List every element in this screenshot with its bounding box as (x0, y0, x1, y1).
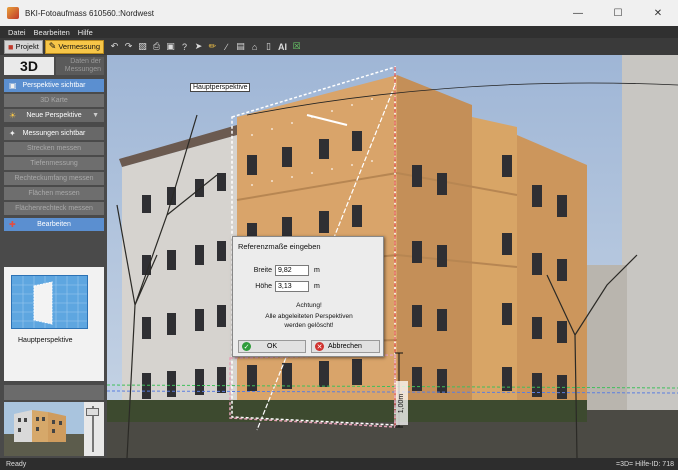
sidebar-item-label: Messungen sichtbar (22, 130, 86, 137)
sidebar-item-flaechenrechteck[interactable]: Flächenrechteck messen (4, 202, 104, 215)
sidebar-item-bearbeiten[interactable]: ✚ Bearbeiten (4, 218, 104, 231)
zoom-slider-handle[interactable] (86, 408, 99, 416)
breite-unit: m (314, 266, 320, 274)
perspective-thumbnail-panel: Hauptperspektive (4, 267, 104, 381)
measure-label: 1,00m (396, 381, 408, 425)
status-help-id: =3D= Hilfe-ID: 718 (616, 460, 674, 468)
breite-input[interactable]: 9,82 (275, 264, 309, 276)
thumbnail-label: Hauptperspektive (18, 337, 73, 344)
dialog-title: Referenzmaße eingeben (238, 242, 321, 251)
print-icon[interactable]: ⎙ (150, 40, 163, 53)
warning-line-1: Alle abgeleiteten Perspektiven (265, 313, 353, 320)
home-icon[interactable]: ⌂ (248, 40, 261, 53)
status-bar: Ready =3D= Hilfe-ID: 718 (0, 458, 678, 470)
window-title: BKI-Fotoaufmass 610560.:Nordwest (25, 8, 154, 18)
photo-viewport[interactable]: Hauptperspektive 1,00m Referenzmaße eing… (107, 55, 678, 458)
menu-datei[interactable]: Datei (8, 28, 26, 37)
window-controls: — ☐ ✕ (558, 0, 678, 26)
warning-line-2: werden gelöscht! (284, 322, 334, 329)
perspective-label[interactable]: Hauptperspektive (190, 83, 251, 92)
measure-icon: ✦ (9, 129, 16, 138)
sidebar-item-neue-perspektive[interactable]: ☀ Neue Perspektive ▼ (4, 109, 104, 122)
menu-hilfe[interactable]: Hilfe (78, 28, 93, 37)
perspective-icon: ▣ (9, 81, 17, 90)
reference-dialog: Referenzmaße eingeben Breite 9,82 m Höhe… (232, 236, 384, 357)
toolbar: ■ Projekt ✎ Vermessung ↶ ↷ ▧ ⎙ ▣ ? ➤ ✏ ∕… (0, 38, 678, 55)
undo-icon[interactable]: ↶ (108, 40, 121, 53)
hoehe-row: Höhe 3,13 m (233, 280, 385, 292)
sidebar: 3D Daten der Messungen ▣ Perspektive sic… (0, 55, 107, 458)
projekt-icon: ■ (8, 41, 14, 52)
cancel-icon: ✕ (315, 342, 324, 351)
ruler-icon: ✎ (48, 41, 57, 51)
app-icon (7, 7, 19, 19)
sidebar-item-label: Rechteckumfang messen (14, 175, 94, 182)
cancel-button[interactable]: ✕ Abbrechen (311, 340, 380, 353)
redo-icon[interactable]: ↷ (122, 40, 135, 53)
ai-button[interactable]: AI (276, 40, 289, 53)
close-icon[interactable]: ✕ (638, 0, 678, 26)
hoehe-input[interactable]: 3,13 (275, 280, 309, 292)
projekt-button[interactable]: ■ Projekt (4, 39, 43, 54)
building-photo (107, 55, 678, 458)
measure-label-text: 1,00m (398, 393, 406, 413)
perspective-thumbnail[interactable] (11, 275, 88, 329)
sidebar-item-perspektive-sichtbar[interactable]: ▣ Perspektive sichtbar (4, 79, 104, 92)
mode-3d-button[interactable]: 3D (4, 57, 54, 75)
help-icon[interactable]: ? (178, 40, 191, 53)
hoehe-label: Höhe (255, 282, 272, 290)
navigator-panel (4, 402, 104, 456)
maximize-icon[interactable]: ☐ (598, 0, 638, 26)
title-bar: BKI-Fotoaufmass 610560.:Nordwest — ☐ ✕ (0, 0, 678, 26)
scan-icon[interactable]: ▣ (164, 40, 177, 53)
mode-daten-button[interactable]: Daten der Messungen (56, 57, 104, 75)
ok-button[interactable]: ✓ OK (238, 340, 306, 353)
cancel-label: Abbrechen (328, 343, 362, 350)
line-icon[interactable]: ∕ (220, 40, 233, 53)
breite-label: Breite (253, 266, 272, 274)
sidebar-item-messungen-sichtbar[interactable]: ✦ Messungen sichtbar (4, 127, 104, 140)
excel-icon[interactable]: ☒ (290, 40, 303, 53)
thumbnail-grid-icon (12, 276, 87, 328)
menu-bar: Datei Bearbeiten Hilfe (0, 26, 678, 38)
edit-icon: ✚ (9, 220, 16, 229)
hoehe-unit: m (314, 282, 320, 290)
sidebar-spacer (4, 385, 104, 400)
chevron-down-icon: ▼ (92, 112, 99, 119)
status-text: Ready (6, 460, 27, 468)
sidebar-item-label: Tiefenmessung (30, 160, 78, 167)
check-icon: ✓ (242, 342, 251, 351)
pointer-icon[interactable]: ➤ (192, 40, 205, 53)
sidebar-item-rechteckumfang[interactable]: Rechteckumfang messen (4, 172, 104, 185)
breite-row: Breite 9,82 m (233, 264, 385, 276)
sidebar-item-label: 3D Karte (40, 97, 68, 104)
menu-bearbeiten[interactable]: Bearbeiten (34, 28, 70, 37)
sidebar-item-3d-karte[interactable]: 3D Karte (4, 94, 104, 107)
vermessung-label: Vermessung (58, 42, 101, 51)
sidebar-item-label: Flächen messen (28, 190, 80, 197)
draw-icon[interactable]: ✏ (206, 40, 219, 53)
ok-label: OK (267, 343, 278, 350)
sidebar-item-label: Flächenrechteck messen (15, 205, 93, 212)
projekt-label: Projekt (15, 42, 39, 51)
vermessung-button[interactable]: ✎ Vermessung (44, 39, 105, 54)
sidebar-item-label: Perspektive sichtbar (22, 82, 86, 89)
sidebar-item-label: Neue Perspektive (26, 112, 82, 119)
grid-icon[interactable]: ▤ (234, 40, 247, 53)
sidebar-item-tiefenmessung[interactable]: Tiefenmessung (4, 157, 104, 170)
sidebar-item-label: Strecken messen (26, 145, 82, 152)
navigator-preview[interactable] (4, 402, 84, 456)
save-icon[interactable]: ▧ (136, 40, 149, 53)
page-icon[interactable]: ▯ (262, 40, 275, 53)
sidebar-item-label: Bearbeiten (37, 221, 71, 228)
warning-title: Achtung! (296, 302, 322, 309)
sidebar-item-strecken-messen[interactable]: Strecken messen (4, 142, 104, 155)
minimize-icon[interactable]: — (558, 0, 598, 26)
sidebar-item-flaechen-messen[interactable]: Flächen messen (4, 187, 104, 200)
sun-icon: ☀ (9, 111, 17, 120)
